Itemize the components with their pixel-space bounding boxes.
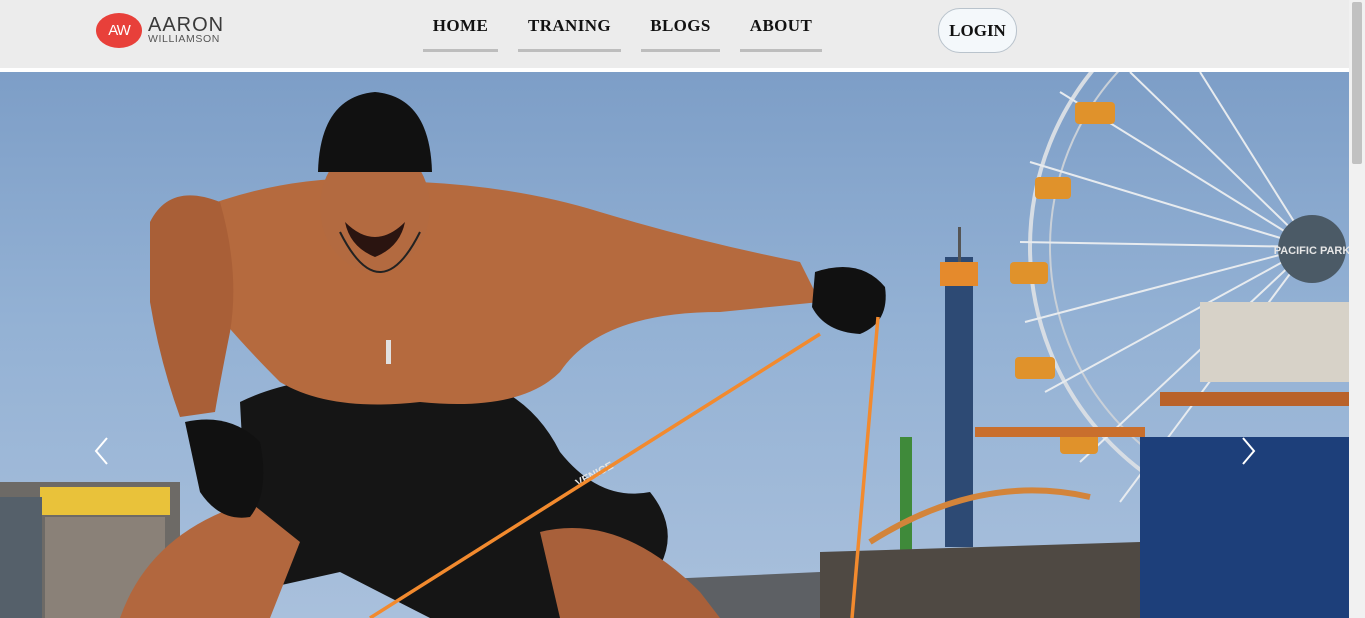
nav-about[interactable]: ABOUT: [740, 8, 822, 52]
chevron-right-icon: [1242, 437, 1256, 465]
hero-image: PACIFIC PARK VENICE: [0, 72, 1349, 618]
logo-wordmark: AARON WILLIAMSON: [148, 15, 224, 45]
bodybuilder-figure: VENICE: [120, 92, 886, 618]
ferris-wheel-sign: PACIFIC PARK: [1274, 245, 1349, 257]
scrollbar-thumb[interactable]: [1352, 2, 1362, 164]
nav-home-label: HOME: [432, 15, 489, 35]
carousel-next-button[interactable]: [1234, 430, 1264, 470]
logo-name: AARON: [148, 14, 225, 37]
logo-monogram: AW: [96, 12, 142, 48]
page-scrollbar[interactable]: [1349, 0, 1365, 618]
chevron-left-icon: [94, 437, 108, 465]
nav-training-label: TRANING: [527, 15, 612, 35]
nav-home[interactable]: HOME: [423, 8, 498, 52]
page: AW AARON WILLIAMSON HOME TRANING BLOGS A…: [0, 0, 1365, 618]
login-button-label: LOGIN: [949, 20, 1006, 40]
brand-logo[interactable]: AW AARON WILLIAMSON: [96, 12, 224, 48]
nav-about-label: ABOUT: [749, 15, 813, 35]
logo-subname: WILLIAMSON: [148, 33, 220, 46]
nav-blogs[interactable]: BLOGS: [641, 8, 720, 52]
carousel-prev-button[interactable]: [88, 430, 118, 470]
nav-blogs-label: BLOGS: [650, 15, 711, 35]
nav-training[interactable]: TRANING: [518, 8, 621, 52]
login-button[interactable]: LOGIN: [938, 8, 1017, 53]
hero-carousel: PACIFIC PARK VENICE: [0, 72, 1349, 618]
navbar: AW AARON WILLIAMSON HOME TRANING BLOGS A…: [0, 0, 1349, 68]
logo-monogram-text: AW: [108, 21, 131, 39]
